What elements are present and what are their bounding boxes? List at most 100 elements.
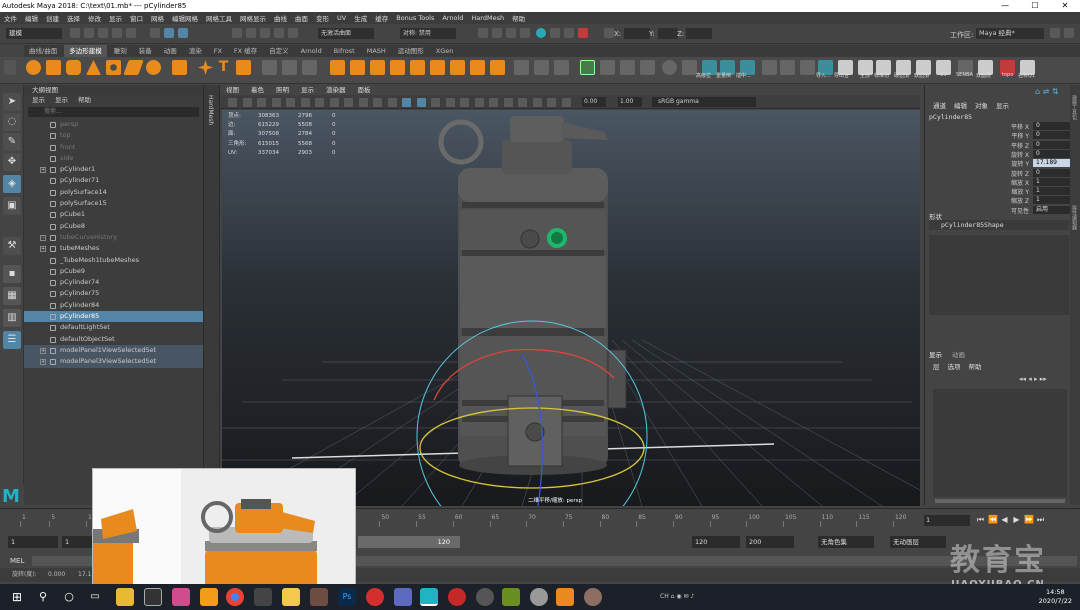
expand-icon[interactable]: + — [40, 246, 46, 253]
target-weld-icon[interactable] — [282, 60, 297, 75]
layer-menu-options[interactable]: 选项 — [948, 361, 961, 371]
attribute-value[interactable]: 1 — [1033, 196, 1071, 205]
outliner-item[interactable]: defaultObjectSet — [24, 334, 203, 345]
gamma-field[interactable]: 1.00 — [618, 97, 642, 107]
outliner-item[interactable]: persp — [24, 119, 203, 130]
shelf-tab-4[interactable]: 动画 — [159, 45, 182, 57]
viewport-menu-item-5[interactable]: 面板 — [358, 85, 371, 95]
shape-name[interactable]: pCylinder85Shape — [929, 220, 1069, 230]
playback-button[interactable]: ▶ — [1012, 514, 1021, 525]
outliner-item[interactable]: _TubeMesh1tubeMeshes — [24, 255, 203, 266]
viewport-tool-icon[interactable] — [373, 98, 382, 107]
layer-menu-help[interactable]: 帮助 — [969, 361, 982, 371]
attribute-value[interactable]: 0 — [1033, 122, 1071, 130]
outliner-item[interactable]: pCylinder85 — [24, 311, 203, 323]
poly-cone-icon[interactable] — [86, 60, 101, 75]
windows-start-icon[interactable]: ⊞ — [8, 588, 26, 606]
playback-button[interactable]: ⏭ — [1036, 514, 1045, 525]
pause-icon[interactable] — [564, 28, 574, 38]
type-tool-icon[interactable]: T — [216, 60, 231, 75]
attribute-value[interactable]: 0 — [1033, 140, 1071, 149]
attribute-value[interactable]: 启用 — [1033, 205, 1071, 214]
mode-dropdown[interactable]: 建模 — [6, 28, 62, 39]
menu-item-5[interactable]: 显示 — [109, 13, 122, 23]
playback-button[interactable]: ◀ — [1000, 514, 1009, 525]
app-icon-10[interactable] — [366, 588, 384, 606]
uv-editor-icon[interactable] — [490, 60, 505, 75]
viewport-persp[interactable]: 顶点: 308363 2796 0 边: 615229 5508 0 面: 307508 2784 0… — [222, 110, 920, 506]
file-explorer-icon[interactable] — [116, 588, 134, 606]
lattice-icon[interactable] — [640, 60, 655, 75]
viewport-tool-icon[interactable] — [315, 98, 324, 107]
z-field[interactable] — [686, 28, 712, 39]
outliner-item[interactable]: front — [24, 142, 203, 153]
search-icon[interactable]: ⚲ — [34, 588, 52, 606]
cb-menu-channels[interactable]: 通道 — [933, 100, 946, 110]
viewport-tool-icon[interactable] — [344, 98, 353, 107]
app-icon-3[interactable] — [172, 588, 190, 606]
minimize-button[interactable]: — — [990, 0, 1020, 12]
outliner-item[interactable]: pCube8 — [24, 221, 203, 232]
viewport-tool-icon[interactable] — [387, 98, 397, 107]
shelf-tab-8[interactable]: 自定义 — [264, 45, 294, 57]
menu-item-6[interactable]: 窗口 — [130, 13, 143, 23]
expand-icon[interactable]: + — [40, 167, 46, 174]
playback-button[interactable]: ⏮ — [976, 514, 985, 525]
outliner-item[interactable]: pCube1 — [24, 209, 203, 220]
poly-torus-icon[interactable] — [106, 60, 121, 75]
edge-flow-icon[interactable] — [514, 60, 529, 75]
menu-item-15[interactable]: 生成 — [354, 13, 367, 23]
shelf-tab-13[interactable]: XGen — [431, 45, 459, 57]
hypershade-icon[interactable] — [520, 28, 530, 38]
viewport-tool-icon[interactable] — [445, 98, 455, 107]
align-icon[interactable] — [780, 60, 795, 75]
mirror-icon[interactable] — [800, 60, 815, 75]
select-component-icon[interactable] — [178, 28, 188, 38]
extrude-icon[interactable] — [410, 60, 425, 75]
range-bar[interactable]: 120 — [358, 536, 460, 548]
menu-item-18[interactable]: Arnold — [442, 14, 463, 22]
menu-item-20[interactable]: 帮助 — [512, 13, 525, 23]
layer-scrollbar[interactable] — [935, 499, 1065, 503]
app-icon-15[interactable] — [502, 588, 520, 606]
outliner-menu-display[interactable]: 显示 — [32, 95, 45, 105]
viewport-menu-item-4[interactable]: 渲染器 — [326, 85, 346, 95]
app-icon-4[interactable] — [200, 588, 218, 606]
fill-hole-icon[interactable] — [470, 60, 485, 75]
outliner-menu-show[interactable]: 显示 — [55, 95, 68, 105]
select-hierarchy-icon[interactable] — [150, 28, 160, 38]
shelf-tab-2[interactable]: 雕刻 — [109, 45, 132, 57]
cb-menu-object[interactable]: 对象 — [975, 100, 988, 110]
maya-taskbar-icon[interactable] — [420, 588, 438, 606]
svg-tool-icon[interactable] — [236, 60, 251, 75]
shelf-tab-6[interactable]: FX — [209, 45, 227, 57]
live-surface-field[interactable]: 无激活曲面 — [318, 28, 374, 39]
viewport-tool-icon[interactable] — [460, 98, 469, 107]
outliner-item[interactable]: top — [24, 130, 203, 141]
viewport-tool-icon[interactable] — [431, 98, 440, 107]
offset-loop-icon[interactable] — [554, 60, 569, 75]
viewport-tool-icon[interactable] — [416, 98, 426, 107]
outliner-item[interactable]: pCube9 — [24, 266, 203, 277]
shelf-tab-3[interactable]: 装备 — [134, 45, 157, 57]
shelf-tab-7[interactable]: FX 缓存 — [229, 45, 262, 57]
maximize-button[interactable]: ☐ — [1020, 0, 1050, 12]
start-frame-field[interactable]: 1 — [8, 536, 58, 548]
viewport-tool-icon[interactable] — [228, 98, 237, 107]
outliner-item[interactable]: + pCylinder1 — [24, 164, 203, 175]
single-view-icon[interactable]: ▪ — [3, 265, 21, 283]
app-icon-13[interactable] — [448, 588, 466, 606]
outliner-item[interactable]: + tubeCurveHistory — [24, 232, 203, 243]
menu-item-12[interactable]: 曲面 — [295, 13, 308, 23]
smooth-icon[interactable] — [370, 60, 385, 75]
viewport-menu-item-2[interactable]: 照明 — [276, 85, 289, 95]
snap-icon[interactable] — [600, 60, 615, 75]
playback-button[interactable]: ⏪ — [988, 514, 998, 525]
app-icon-6[interactable] — [254, 588, 272, 606]
menu-item-7[interactable]: 网格 — [151, 13, 164, 23]
cb-menu-show[interactable]: 显示 — [996, 100, 1009, 110]
hardmesh-tab[interactable]: HardMesh — [204, 85, 220, 505]
shelf-tab-11[interactable]: MASH — [362, 45, 391, 57]
snap-grid-icon[interactable] — [232, 28, 242, 38]
outliner-search-input[interactable]: 搜索... — [28, 107, 199, 117]
